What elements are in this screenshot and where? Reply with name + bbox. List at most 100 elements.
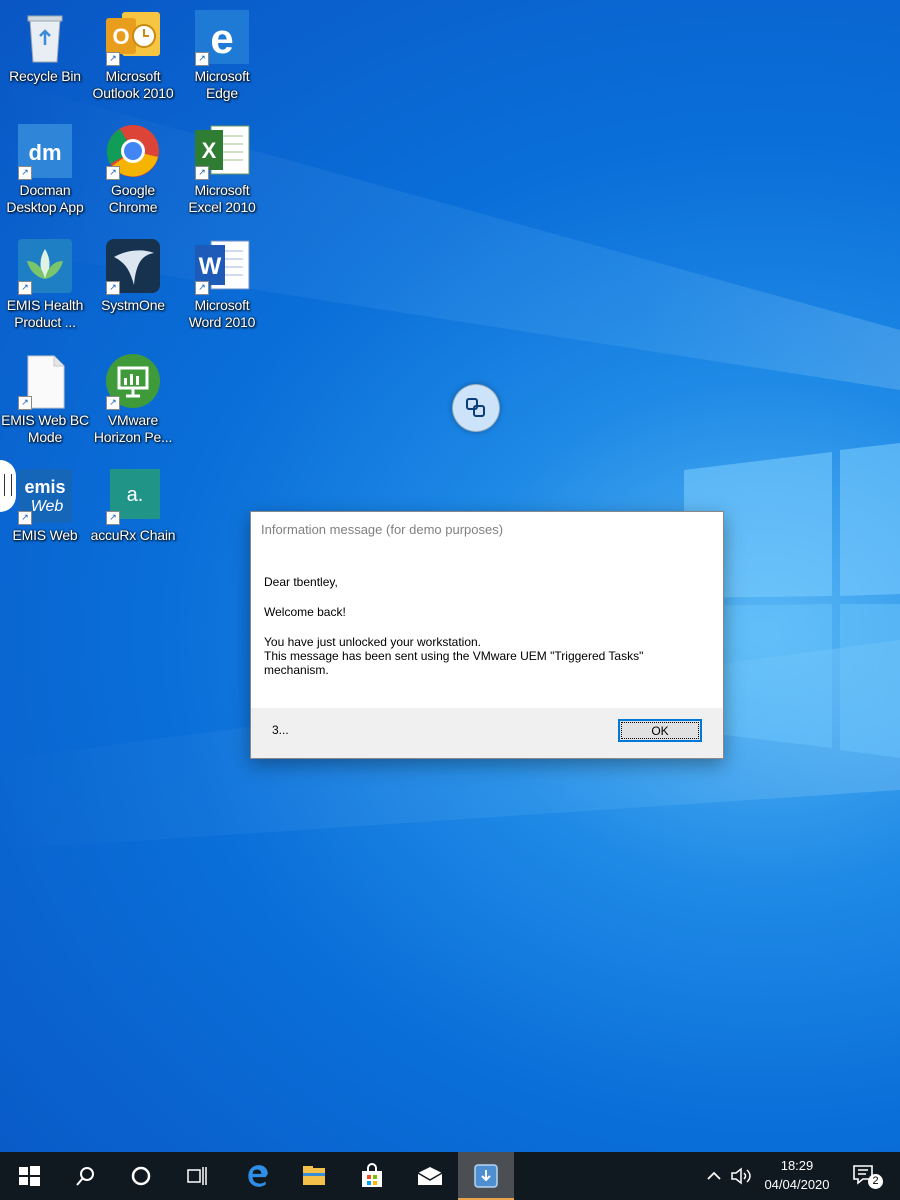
excel-icon: X ↗ <box>193 122 251 180</box>
task-view-button[interactable] <box>168 1152 224 1200</box>
shortcut-arrow-icon: ↗ <box>106 281 120 295</box>
message-line-1: You have just unlocked your workstation. <box>264 635 482 649</box>
store-button[interactable] <box>344 1152 400 1200</box>
svg-text:e: e <box>210 15 233 62</box>
systmone-icon: ↗ <box>104 237 162 295</box>
svg-text:dm: dm <box>29 140 62 165</box>
edge-icon <box>248 1165 268 1187</box>
grip-icon <box>4 474 12 496</box>
shortcut-arrow-icon: ↗ <box>106 511 120 525</box>
docman-icon: dm ↗ <box>16 122 74 180</box>
information-dialog: Information message (for demo purposes) … <box>250 511 724 759</box>
desktop-icon-label: Microsoft Excel 2010 <box>188 182 256 215</box>
recycle-bin-icon <box>16 8 74 66</box>
desktop-icon-label: Docman Desktop App <box>6 182 84 215</box>
desktop-icon-outlook[interactable]: O ↗ Microsoft Outlook 2010 <box>88 8 178 102</box>
shortcut-arrow-icon: ↗ <box>195 52 209 66</box>
dialog-footer: 3... OK <box>251 708 723 758</box>
clock-time: 18:29 <box>780 1158 814 1173</box>
taskbar-clock[interactable]: 18:29 04/04/2020 <box>754 1156 840 1194</box>
countdown-text: 3... <box>272 723 289 737</box>
dialog-title: Information message (for demo purposes) <box>261 522 504 537</box>
svg-text:X: X <box>202 138 217 163</box>
shortcut-arrow-icon: ↗ <box>18 396 32 410</box>
store-icon <box>362 1163 382 1187</box>
cortana-icon <box>131 1166 151 1186</box>
desktop-icon-emis-bc[interactable]: ↗ EMIS Web BC Mode <box>0 352 90 446</box>
welcome-text: Welcome back! <box>264 605 346 619</box>
desktop-icon-systmone[interactable]: ↗ SystmOne <box>88 237 178 314</box>
shortcut-arrow-icon: ↗ <box>106 396 120 410</box>
chrome-icon: ↗ <box>104 122 162 180</box>
side-panel-handle[interactable] <box>0 460 16 512</box>
desktop-icon-label: EMIS Health Product ... <box>6 297 84 330</box>
vmware-floating-toggle-button[interactable] <box>452 384 500 432</box>
svg-text:Web: Web <box>31 498 64 515</box>
mail-button[interactable] <box>402 1152 458 1200</box>
taskbar: 18:29 04/04/2020 2 <box>0 1152 900 1200</box>
outlook-icon: O ↗ <box>104 8 162 66</box>
svg-text:W: W <box>199 253 222 280</box>
desktop-icon-label: Recycle Bin <box>9 68 81 84</box>
desktop-icon-chrome[interactable]: ↗ Google Chrome <box>88 122 178 216</box>
word-icon: W ↗ <box>193 237 251 295</box>
shortcut-arrow-icon: ↗ <box>18 166 32 180</box>
dialog-message: Dear tbentley, Welcome back! You have ju… <box>264 575 704 677</box>
action-center-button[interactable]: 2 <box>846 1152 890 1200</box>
svg-text:a.: a. <box>127 484 144 506</box>
blank-document-icon: ↗ <box>16 352 74 410</box>
vmware-app-button[interactable] <box>458 1152 514 1200</box>
chevron-up-icon <box>707 1171 721 1180</box>
shortcut-arrow-icon: ↗ <box>106 52 120 66</box>
desktop-icon-edge[interactable]: e ↗ Microsoft Edge <box>177 8 267 102</box>
emis-web-icon: emis Web ↗ <box>16 467 74 525</box>
edge-icon: e ↗ <box>193 8 251 66</box>
desktop-icon-label: EMIS Web BC Mode <box>1 412 89 445</box>
svg-text:O: O <box>112 24 129 49</box>
clock-date: 04/04/2020 <box>764 1177 830 1192</box>
desktop-icon-label: Microsoft Outlook 2010 <box>92 68 174 101</box>
ok-button[interactable]: OK <box>618 719 702 742</box>
message-line-3: mechanism. <box>264 663 329 677</box>
show-hidden-icons-button[interactable] <box>702 1152 726 1200</box>
volume-button[interactable] <box>728 1152 756 1200</box>
emis-health-icon: ↗ <box>16 237 74 295</box>
task-view-icon <box>187 1167 207 1185</box>
mail-icon <box>417 1167 443 1185</box>
start-button[interactable] <box>0 1152 56 1200</box>
desktop-icon-recycle-bin[interactable]: Recycle Bin <box>0 8 90 85</box>
notification-count-badge: 2 <box>868 1174 883 1189</box>
desktop-icon-emis-health[interactable]: ↗ EMIS Health Product ... <box>0 237 90 331</box>
cortana-button[interactable] <box>112 1152 168 1200</box>
switch-windows-icon <box>466 398 485 417</box>
shortcut-arrow-icon: ↗ <box>195 166 209 180</box>
desktop-icon-label: Microsoft Word 2010 <box>188 297 256 330</box>
desktop-icon-label: accuRx Chain <box>90 527 176 543</box>
desktop-icon-label: VMware Horizon Pe... <box>93 412 173 445</box>
desktop-icon-label: SystmOne <box>101 297 165 313</box>
message-line-2: This message has been sent using the VMw… <box>264 649 644 663</box>
search-icon <box>76 1167 94 1186</box>
search-button[interactable] <box>56 1152 112 1200</box>
desktop-icon-label: EMIS Web <box>12 527 78 543</box>
file-explorer-button[interactable] <box>286 1152 342 1200</box>
desktop-background: Recycle Bin dm ↗ Docman Desktop App ↗ EM… <box>0 0 900 1152</box>
shortcut-arrow-icon: ↗ <box>106 166 120 180</box>
desktop-icon-label: Google Chrome <box>108 182 158 215</box>
shortcut-arrow-icon: ↗ <box>18 281 32 295</box>
svg-text:emis: emis <box>24 477 65 497</box>
windows-start-icon <box>19 1166 40 1186</box>
accurx-icon: a. ↗ <box>104 467 162 525</box>
desktop-icon-accurx[interactable]: a. ↗ accuRx Chain <box>88 467 178 544</box>
vmware-horizon-icon: ↗ <box>104 352 162 410</box>
desktop-icon-docman[interactable]: dm ↗ Docman Desktop App <box>0 122 90 216</box>
shortcut-arrow-icon: ↗ <box>195 281 209 295</box>
greeting-text: Dear tbentley, <box>264 575 338 589</box>
desktop-icon-label: Microsoft Edge <box>194 68 250 101</box>
taskbar-edge-button[interactable] <box>228 1152 284 1200</box>
vmware-app-icon <box>474 1164 498 1188</box>
desktop-icon-word[interactable]: W ↗ Microsoft Word 2010 <box>177 237 267 331</box>
desktop-icon-vmware-horizon[interactable]: ↗ VMware Horizon Pe... <box>88 352 178 446</box>
file-explorer-icon <box>303 1166 325 1185</box>
desktop-icon-excel[interactable]: X ↗ Microsoft Excel 2010 <box>177 122 267 216</box>
